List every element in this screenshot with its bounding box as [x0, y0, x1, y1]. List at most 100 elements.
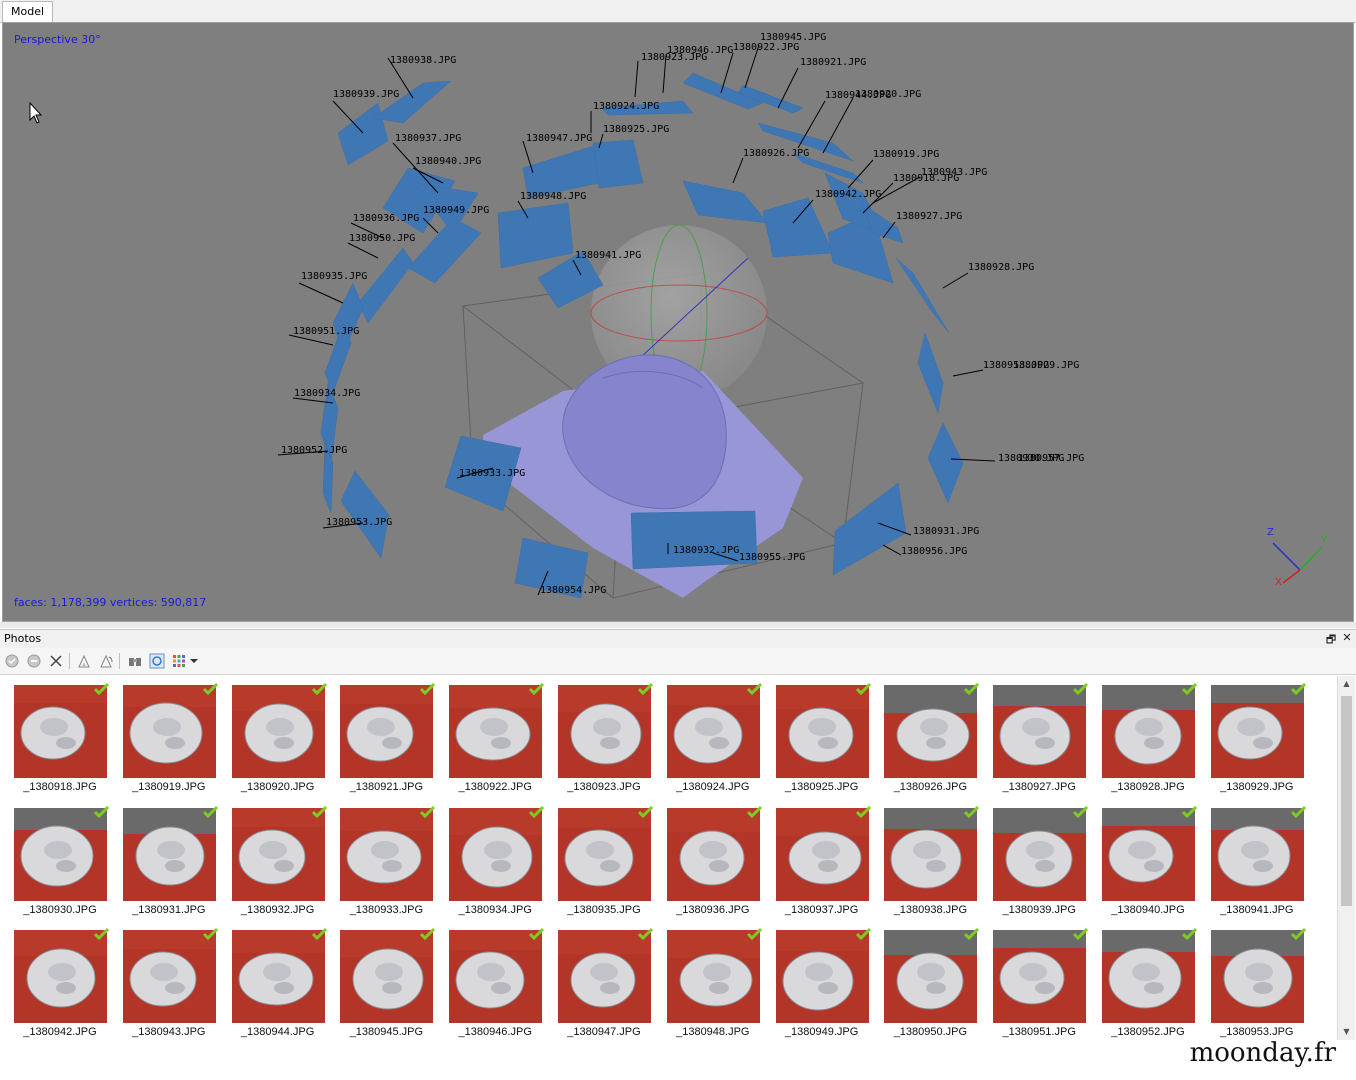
photo-thumbnail[interactable]: _1380951.JPG — [986, 921, 1092, 1039]
photo-thumbnail[interactable]: _1380925.JPG — [769, 676, 875, 794]
photo-thumbnail[interactable]: _1380926.JPG — [877, 676, 983, 794]
splitter[interactable] — [0, 622, 1356, 628]
check-icon — [93, 682, 110, 696]
photo-label: _1380940.JPG — [1111, 903, 1185, 916]
check-icon — [855, 805, 871, 818]
model-viewport[interactable]: 1380938.JPG 1380939.JPG 1380937.JPG 1380… — [2, 22, 1354, 622]
photo-thumbnail[interactable]: _1380920.JPG — [225, 676, 331, 794]
camera-label: 1380931.JPG — [913, 526, 979, 537]
photo-thumbnail[interactable]: _1380949.JPG — [769, 921, 875, 1039]
tab-bar: Model — [0, 0, 1356, 23]
photo-thumbnail[interactable]: _1380924.JPG — [660, 676, 766, 794]
photo-image — [340, 685, 434, 778]
photo-image — [14, 807, 107, 901]
photo-label: _1380928.JPG — [1111, 781, 1185, 793]
photo-thumbnail[interactable]: _1380928.JPG — [1095, 676, 1201, 794]
photo-label: _1380919.JPG — [132, 781, 206, 793]
photo-thumbnail[interactable]: _1380929.JPG — [1204, 676, 1310, 794]
photo-label: _1380926.JPG — [893, 781, 968, 793]
photo-image — [231, 930, 325, 1023]
photo-thumbnail[interactable]: _1380953.JPG — [1204, 921, 1310, 1039]
photo-thumbnail[interactable]: _1380943.JPG — [116, 921, 222, 1039]
photo-thumbnail[interactable]: _1380938.JPG — [877, 799, 983, 917]
disable-icon[interactable] — [25, 652, 43, 670]
photo-image — [122, 807, 216, 901]
photo-thumbnail[interactable]: _1380927.JPG — [986, 676, 1092, 794]
photo-thumbnail[interactable]: _1380946.JPG — [442, 921, 548, 1039]
photo-thumbnail[interactable]: _1380940.JPG — [1095, 799, 1201, 917]
photo-thumbnail[interactable]: _1380950.JPG — [877, 921, 983, 1039]
photo-thumbnail[interactable]: _1380937.JPG — [769, 799, 875, 917]
close-icon[interactable]: ✕ — [1340, 631, 1354, 644]
camera-label: 1380935.JPG — [301, 271, 367, 282]
rotate-left-icon[interactable] — [75, 652, 93, 670]
grid-icon[interactable] — [170, 652, 188, 670]
photo-label: _1380952.JPG — [1111, 1026, 1185, 1038]
photo-label: _1380930.JPG — [23, 903, 97, 916]
dropdown-icon[interactable] — [189, 652, 199, 670]
camera-label: 1380932.JPG — [673, 545, 739, 556]
photo-image — [666, 930, 760, 1023]
check-icon — [637, 805, 654, 818]
photo-thumbnail[interactable]: _1380945.JPG — [333, 921, 439, 1039]
camera-label: 1380939.JPG — [333, 89, 399, 100]
camera-label: 1380920.JPG — [855, 89, 921, 100]
photo-thumbnail[interactable]: _1380932.JPG — [225, 799, 331, 917]
camera-label: 1380947.JPG — [526, 133, 592, 144]
photo-image — [993, 807, 1087, 901]
tab-model[interactable]: Model — [2, 1, 54, 22]
photo-thumbnail[interactable]: _1380936.JPG — [660, 799, 766, 917]
photo-thumbnail[interactable]: _1380944.JPG — [225, 921, 331, 1039]
photo-thumbnail[interactable]: _1380919.JPG — [116, 676, 222, 794]
enable-icon[interactable] — [3, 652, 21, 670]
check-icon — [1181, 682, 1198, 696]
photo-label: _1380925.JPG — [784, 781, 859, 793]
scroll-thumb[interactable] — [1341, 696, 1352, 906]
photo-thumbnail[interactable]: _1380923.JPG — [551, 676, 657, 794]
check-icon — [529, 927, 545, 941]
photo-thumbnail[interactable]: _1380931.JPG — [116, 799, 222, 917]
photo-thumbnail[interactable]: _1380933.JPG — [333, 799, 439, 917]
check-icon — [637, 927, 654, 941]
photo-label: _1380945.JPG — [349, 1026, 424, 1038]
photo-thumbnail[interactable]: _1380918.JPG — [7, 676, 113, 794]
photo-thumbnail[interactable]: _1380939.JPG — [986, 799, 1092, 917]
check-icon — [1290, 805, 1306, 818]
photo-image — [449, 930, 543, 1023]
photo-thumbnail[interactable]: _1380922.JPG — [442, 676, 548, 794]
camera-label: 1380956.JPG — [901, 546, 967, 557]
photo-thumbnail[interactable]: _1380935.JPG — [551, 799, 657, 917]
photo-thumbnail[interactable]: _1380952.JPG — [1095, 921, 1201, 1039]
camera-label: 1380924.JPG — [593, 101, 659, 112]
scroll-up-icon[interactable]: ▲ — [1338, 676, 1355, 692]
photo-image — [884, 930, 978, 1023]
photo-label: _1380936.JPG — [676, 903, 750, 916]
check-icon — [1181, 927, 1198, 941]
photo-thumbnail[interactable]: _1380942.JPG — [7, 921, 113, 1039]
photos-scrollbar[interactable]: ▲ ▼ — [1337, 676, 1355, 1040]
axis-y-label: Y — [1320, 535, 1328, 546]
check-icon — [93, 927, 110, 941]
photo-thumbnail[interactable]: _1380930.JPG — [7, 799, 113, 917]
scroll-down-icon[interactable]: ▼ — [1338, 1024, 1355, 1040]
photo-thumbnail[interactable]: _1380941.JPG — [1204, 799, 1310, 917]
photo-thumbnail[interactable]: _1380948.JPG — [660, 921, 766, 1039]
rotate-right-icon[interactable] — [97, 652, 115, 670]
binoculars-icon[interactable] — [126, 652, 144, 670]
photo-image — [340, 930, 434, 1023]
camera-label: 1380918.JPG — [893, 173, 959, 184]
photo-thumbnail[interactable]: _1380921.JPG — [333, 676, 439, 794]
photo-image — [122, 930, 216, 1023]
check-icon — [1073, 927, 1089, 941]
camera-label: 1380955.JPG — [739, 552, 805, 563]
view-icon[interactable] — [148, 652, 166, 670]
remove-icon[interactable] — [47, 652, 65, 670]
check-icon — [1073, 805, 1089, 818]
camera-label: 1380957.JPG — [1018, 453, 1084, 464]
photo-thumbnail[interactable]: _1380934.JPG — [442, 799, 548, 917]
scene-canvas: 1380938.JPG 1380939.JPG 1380937.JPG 1380… — [29, 32, 1328, 599]
camera-label: 1380946.JPG — [667, 45, 733, 56]
check-icon — [637, 682, 654, 696]
photo-thumbnail[interactable]: _1380947.JPG — [551, 921, 657, 1039]
photo-image — [1210, 685, 1304, 778]
